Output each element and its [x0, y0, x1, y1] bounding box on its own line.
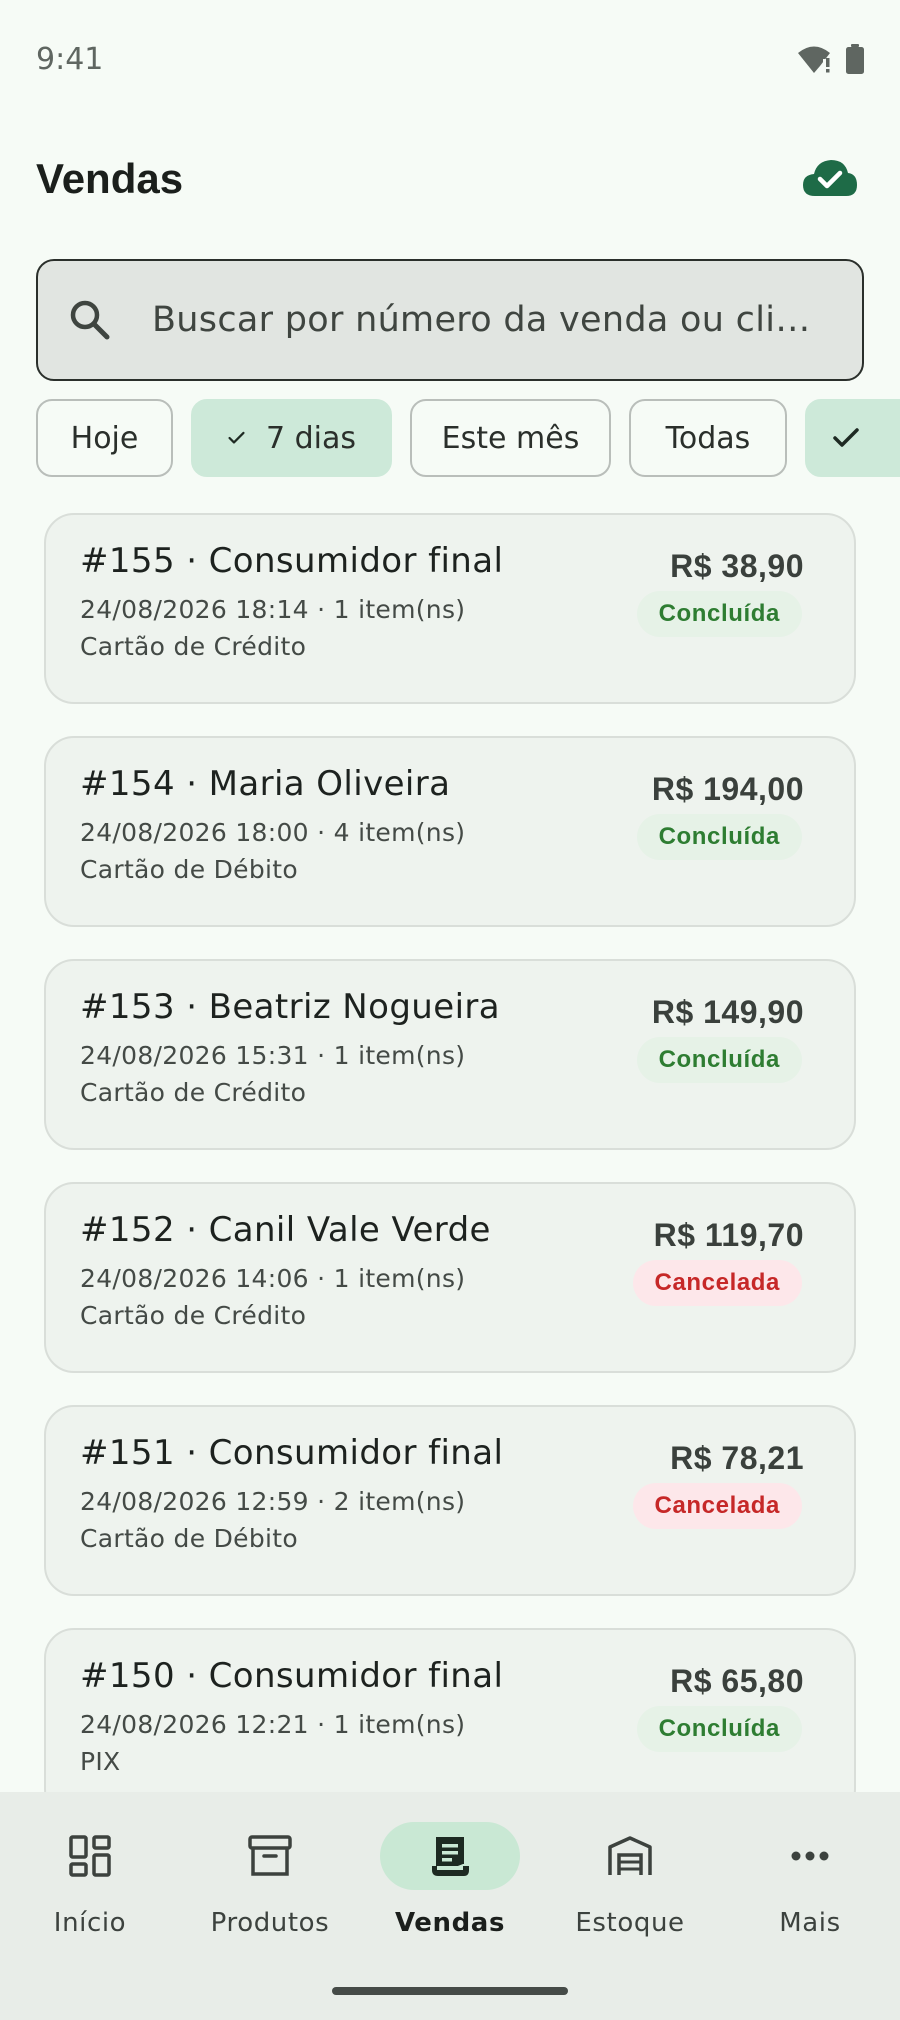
sale-payment-method: Cartão de Crédito [80, 632, 307, 661]
sale-amount: R$ 65,80 [670, 1663, 804, 1699]
wifi-alert-icon [798, 46, 830, 73]
sales-screen: 9:41 Vendas Hoje [0, 0, 900, 2020]
sale-amount: R$ 194,00 [651, 771, 804, 807]
more-horizontal-icon [791, 1851, 829, 1861]
sale-status-badge: Concluída [636, 814, 802, 860]
nav-icon-container [200, 1822, 340, 1890]
nav-icon-container [740, 1822, 880, 1890]
filter-chip-partial[interactable] [805, 399, 900, 477]
sale-title: #150 · Consumidor final [80, 1656, 504, 1696]
filter-chip-label: Hoje [70, 420, 139, 456]
sale-card[interactable]: #155 · Consumidor final 24/08/2026 18:14… [44, 513, 856, 704]
sale-amount: R$ 149,90 [651, 994, 804, 1030]
battery-icon [846, 44, 864, 74]
nav-item-estoque[interactable]: Estoque [550, 1822, 710, 1962]
nav-item-vendas[interactable]: Vendas [370, 1822, 530, 1962]
nav-icon-container [560, 1822, 700, 1890]
nav-label: Início [53, 1908, 127, 1938]
nav-icon-container [380, 1822, 520, 1890]
filter-chip-label: Todas [665, 420, 751, 456]
nav-item-produtos[interactable]: Produtos [190, 1822, 350, 1962]
sale-card[interactable]: #153 · Beatriz Nogueira 24/08/2026 15:31… [44, 959, 856, 1150]
nav-item-mais[interactable]: Mais [730, 1822, 890, 1962]
sale-title: #151 · Consumidor final [80, 1433, 504, 1473]
sale-title: #152 · Canil Vale Verde [80, 1210, 491, 1250]
sale-meta: 24/08/2026 12:21 · 1 item(ns) [80, 1710, 466, 1739]
nav-icon-container [20, 1822, 160, 1890]
nav-label: Mais [779, 1908, 841, 1938]
filter-chip-label: Este mês [441, 420, 580, 456]
sale-meta: 24/08/2026 18:00 · 4 item(ns) [80, 818, 466, 847]
dashboard-icon [69, 1835, 111, 1877]
nav-label: Estoque [575, 1908, 685, 1938]
filter-chip-today[interactable]: Hoje [36, 399, 173, 477]
bottom-navigation: Início Produtos Vendas Estoque Mais [0, 1792, 900, 2020]
status-time: 9:41 [36, 42, 104, 77]
sale-status-badge: Concluída [636, 591, 802, 637]
filter-chip-all[interactable]: Todas [629, 399, 787, 477]
status-bar: 9:41 [0, 0, 900, 116]
sale-card[interactable]: #152 · Canil Vale Verde 24/08/2026 14:06… [44, 1182, 856, 1373]
sale-amount: R$ 119,70 [653, 1217, 804, 1253]
nav-label: Produtos [210, 1908, 330, 1938]
sale-meta: 24/08/2026 15:31 · 1 item(ns) [80, 1041, 466, 1070]
sale-payment-method: Cartão de Crédito [80, 1078, 307, 1107]
sale-title: #154 · Maria Oliveira [80, 764, 451, 804]
sale-title: #153 · Beatriz Nogueira [80, 987, 501, 1027]
sale-payment-method: Cartão de Débito [80, 855, 298, 884]
nav-label: Vendas [394, 1908, 506, 1938]
receipt-icon [432, 1837, 469, 1876]
sale-card[interactable]: #150 · Consumidor final 24/08/2026 12:21… [44, 1628, 856, 1819]
search-box[interactable] [36, 259, 864, 381]
sale-meta: 24/08/2026 14:06 · 1 item(ns) [80, 1264, 466, 1293]
search-input[interactable] [152, 300, 832, 340]
warehouse-icon [608, 1836, 652, 1875]
filter-chip-this-month[interactable]: Este mês [410, 399, 611, 477]
sale-status-badge: Cancelada [632, 1483, 802, 1529]
archive-box-icon [248, 1835, 292, 1876]
sale-payment-method: Cartão de Crédito [80, 1301, 307, 1330]
sales-list: #155 · Consumidor final 24/08/2026 18:14… [44, 513, 856, 1851]
sale-status-badge: Concluída [636, 1706, 802, 1752]
sale-payment-method: Cartão de Débito [80, 1524, 298, 1553]
sale-amount: R$ 38,90 [670, 548, 804, 584]
sale-card[interactable]: #154 · Maria Oliveira 24/08/2026 18:00 ·… [44, 736, 856, 927]
check-icon [833, 428, 859, 447]
sale-title: #155 · Consumidor final [80, 541, 504, 581]
sale-status-badge: Concluída [636, 1037, 802, 1083]
home-indicator[interactable] [332, 1987, 568, 1995]
nav-item-inicio[interactable]: Início [10, 1822, 170, 1962]
sale-payment-method: PIX [80, 1747, 121, 1776]
sale-status-badge: Cancelada [632, 1260, 802, 1306]
page-title: Vendas [36, 155, 184, 202]
filter-chips: Hoje 7 dias Este mês Todas [36, 399, 900, 477]
sale-card[interactable]: #151 · Consumidor final 24/08/2026 12:59… [44, 1405, 856, 1596]
sale-amount: R$ 78,21 [670, 1440, 804, 1476]
check-icon [228, 431, 245, 444]
search-icon [70, 300, 110, 340]
status-icons [796, 44, 864, 74]
sale-meta: 24/08/2026 18:14 · 1 item(ns) [80, 595, 466, 624]
sale-meta: 24/08/2026 12:59 · 2 item(ns) [80, 1487, 466, 1516]
cloud-done-icon[interactable] [802, 158, 858, 198]
filter-chip-label: 7 dias [265, 420, 356, 456]
filter-chip-7-days[interactable]: 7 dias [191, 399, 392, 477]
